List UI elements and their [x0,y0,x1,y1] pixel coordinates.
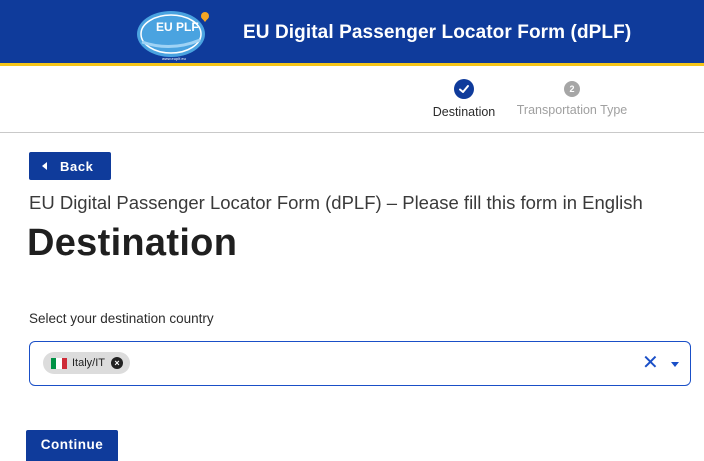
step-label-transportation-type: Transportation Type [516,103,628,117]
step-number-indicator: 2 [564,81,580,97]
step-completed-indicator [454,79,474,99]
remove-chip-icon[interactable]: × [111,357,124,369]
italy-flag-icon [51,357,67,369]
step-destination[interactable]: Destination [418,79,510,119]
eu-plf-logo: EU PLF www.euplf.eu [137,11,209,61]
step-number: 2 [569,84,575,94]
continue-button-label: Continue [40,436,104,452]
svg-text:EU PLF: EU PLF [156,20,199,34]
chevron-down-icon[interactable] [671,362,679,367]
step-transportation-type[interactable]: 2 Transportation Type [508,79,636,117]
progress-stepper: Destination 2 Transportation Type [0,69,704,133]
clear-selection-icon[interactable]: ✕ [642,352,659,374]
step-label-destination: Destination [432,105,496,119]
page-title: Destination [27,222,238,264]
caret-left-icon [42,162,47,170]
selected-country-chip: Italy/IT × [43,352,131,374]
form-subtitle: EU Digital Passenger Locator Form (dPLF)… [29,192,643,213]
destination-field-label: Select your destination country [29,311,214,326]
back-button[interactable]: Back [29,152,111,180]
back-button-label: Back [60,158,94,174]
app-header: EU PLF www.euplf.eu EU Digital Passenger… [0,0,704,66]
selected-country-text: Italy/IT [72,357,106,369]
svg-text:www.euplf.eu: www.euplf.eu [162,56,186,61]
check-icon [459,85,469,93]
header-title: EU Digital Passenger Locator Form (dPLF) [243,22,632,43]
continue-button[interactable]: Continue [26,430,118,461]
destination-country-select[interactable]: Italy/IT × ✕ [29,341,691,386]
